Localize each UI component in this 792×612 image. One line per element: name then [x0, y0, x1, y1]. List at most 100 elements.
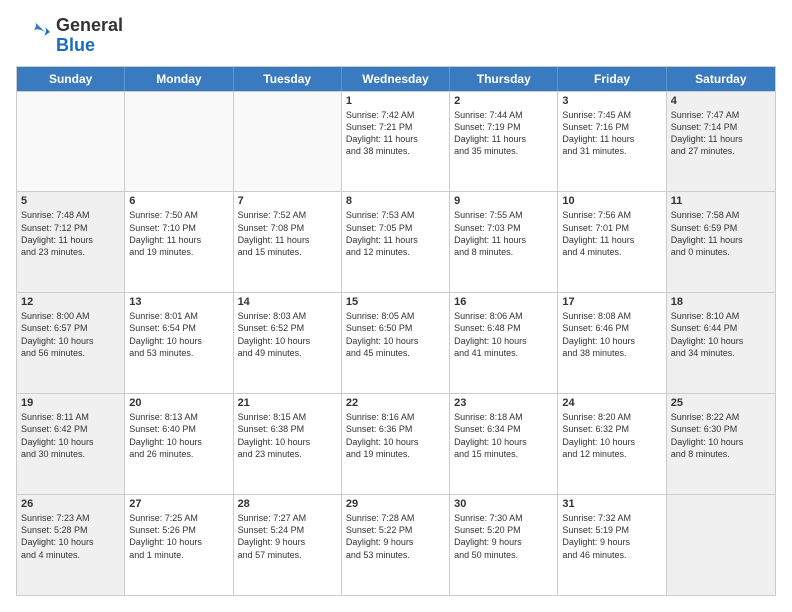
- day-number: 17: [562, 296, 661, 308]
- calendar-day-10: 10Sunrise: 7:56 AM Sunset: 7:01 PM Dayli…: [558, 192, 666, 292]
- calendar-day-8: 8 Sunrise: 7:53 AM Sunset: 7:05 PM Daylig…: [342, 192, 450, 292]
- day-number: 1: [346, 95, 445, 107]
- day-number: 7: [238, 195, 337, 207]
- day-info: Sunrise: 7:23 AM Sunset: 5:28 PM Dayligh…: [21, 512, 120, 561]
- day-info: Sunrise: 8:18 AM Sunset: 6:34 PM Dayligh…: [454, 411, 553, 460]
- day-info: Sunrise: 7:47 AM Sunset: 7:14 PM Dayligh…: [671, 109, 771, 158]
- calendar-day-9: 9 Sunrise: 7:55 AM Sunset: 7:03 PM Daylig…: [450, 192, 558, 292]
- calendar-week-4: 19 Sunrise: 8:11 AM Sunset: 6:42 PM Dayli…: [17, 393, 775, 494]
- calendar-week-3: 12Sunrise: 8:00 AM Sunset: 6:57 PM Dayli…: [17, 292, 775, 393]
- calendar-empty-cell: [667, 495, 775, 595]
- day-info: Sunrise: 7:48 AM Sunset: 7:12 PM Dayligh…: [21, 209, 120, 258]
- day-info: Sunrise: 7:32 AM Sunset: 5:19 PM Dayligh…: [562, 512, 661, 561]
- calendar-empty-cell: [17, 92, 125, 192]
- calendar-header: SundayMondayTuesdayWednesdayThursdayFrid…: [17, 67, 775, 91]
- day-number: 18: [671, 296, 771, 308]
- day-info: Sunrise: 8:06 AM Sunset: 6:48 PM Dayligh…: [454, 310, 553, 359]
- day-number: 13: [129, 296, 228, 308]
- day-info: Sunrise: 7:25 AM Sunset: 5:26 PM Dayligh…: [129, 512, 228, 561]
- day-info: Sunrise: 7:30 AM Sunset: 5:20 PM Dayligh…: [454, 512, 553, 561]
- calendar-day-22: 22 Sunrise: 8:16 AM Sunset: 6:36 PM Dayli…: [342, 394, 450, 494]
- calendar-day-13: 13 Sunrise: 8:01 AM Sunset: 6:54 PM Dayli…: [125, 293, 233, 393]
- day-info: Sunrise: 7:52 AM Sunset: 7:08 PM Dayligh…: [238, 209, 337, 258]
- day-number: 26: [21, 498, 120, 510]
- day-info: Sunrise: 7:50 AM Sunset: 7:10 PM Dayligh…: [129, 209, 228, 258]
- calendar-day-17: 17 Sunrise: 8:08 AM Sunset: 6:46 PM Dayli…: [558, 293, 666, 393]
- calendar-day-14: 14Sunrise: 8:03 AM Sunset: 6:52 PM Dayli…: [234, 293, 342, 393]
- day-number: 24: [562, 397, 661, 409]
- day-info: Sunrise: 8:22 AM Sunset: 6:30 PM Dayligh…: [671, 411, 771, 460]
- day-info: Sunrise: 8:11 AM Sunset: 6:42 PM Dayligh…: [21, 411, 120, 460]
- calendar-day-11: 11Sunrise: 7:58 AM Sunset: 6:59 PM Dayli…: [667, 192, 775, 292]
- calendar-day-2: 2Sunrise: 7:44 AM Sunset: 7:19 PM Daylig…: [450, 92, 558, 192]
- day-number: 31: [562, 498, 661, 510]
- calendar-empty-cell: [234, 92, 342, 192]
- calendar-week-5: 26 Sunrise: 7:23 AM Sunset: 5:28 PM Dayli…: [17, 494, 775, 595]
- calendar-day-20: 20Sunrise: 8:13 AM Sunset: 6:40 PM Dayli…: [125, 394, 233, 494]
- calendar-day-6: 6Sunrise: 7:50 AM Sunset: 7:10 PM Daylig…: [125, 192, 233, 292]
- calendar-day-1: 1 Sunrise: 7:42 AM Sunset: 7:21 PM Daylig…: [342, 92, 450, 192]
- header-day-tuesday: Tuesday: [234, 67, 342, 91]
- calendar-day-30: 30 Sunrise: 7:30 AM Sunset: 5:20 PM Dayli…: [450, 495, 558, 595]
- calendar-day-26: 26 Sunrise: 7:23 AM Sunset: 5:28 PM Dayli…: [17, 495, 125, 595]
- logo-text: General Blue: [56, 16, 123, 56]
- day-info: Sunrise: 7:45 AM Sunset: 7:16 PM Dayligh…: [562, 109, 661, 158]
- day-info: Sunrise: 8:08 AM Sunset: 6:46 PM Dayligh…: [562, 310, 661, 359]
- day-info: Sunrise: 7:44 AM Sunset: 7:19 PM Dayligh…: [454, 109, 553, 158]
- logo-general-text: General: [56, 16, 123, 36]
- calendar-week-2: 5Sunrise: 7:48 AM Sunset: 7:12 PM Daylig…: [17, 191, 775, 292]
- calendar-day-29: 29Sunrise: 7:28 AM Sunset: 5:22 PM Dayli…: [342, 495, 450, 595]
- day-info: Sunrise: 8:05 AM Sunset: 6:50 PM Dayligh…: [346, 310, 445, 359]
- day-number: 19: [21, 397, 120, 409]
- header-day-saturday: Saturday: [667, 67, 775, 91]
- header-day-friday: Friday: [558, 67, 666, 91]
- calendar-day-27: 27 Sunrise: 7:25 AM Sunset: 5:26 PM Dayli…: [125, 495, 233, 595]
- calendar-day-25: 25 Sunrise: 8:22 AM Sunset: 6:30 PM Dayli…: [667, 394, 775, 494]
- day-info: Sunrise: 7:42 AM Sunset: 7:21 PM Dayligh…: [346, 109, 445, 158]
- day-info: Sunrise: 8:13 AM Sunset: 6:40 PM Dayligh…: [129, 411, 228, 460]
- calendar-week-1: 1 Sunrise: 7:42 AM Sunset: 7:21 PM Daylig…: [17, 91, 775, 192]
- logo: General Blue: [16, 16, 123, 56]
- calendar-day-3: 3 Sunrise: 7:45 AM Sunset: 7:16 PM Daylig…: [558, 92, 666, 192]
- day-info: Sunrise: 7:53 AM Sunset: 7:05 PM Dayligh…: [346, 209, 445, 258]
- calendar-day-28: 28 Sunrise: 7:27 AM Sunset: 5:24 PM Dayli…: [234, 495, 342, 595]
- header-day-thursday: Thursday: [450, 67, 558, 91]
- day-number: 14: [238, 296, 337, 308]
- calendar-day-31: 31 Sunrise: 7:32 AM Sunset: 5:19 PM Dayli…: [558, 495, 666, 595]
- header-day-monday: Monday: [125, 67, 233, 91]
- calendar-day-24: 24 Sunrise: 8:20 AM Sunset: 6:32 PM Dayli…: [558, 394, 666, 494]
- page: General Blue SundayMondayTuesdayWednesda…: [0, 0, 792, 612]
- day-info: Sunrise: 8:16 AM Sunset: 6:36 PM Dayligh…: [346, 411, 445, 460]
- calendar-empty-cell: [125, 92, 233, 192]
- calendar-day-7: 7 Sunrise: 7:52 AM Sunset: 7:08 PM Daylig…: [234, 192, 342, 292]
- day-number: 10: [562, 195, 661, 207]
- logo-blue-text: Blue: [56, 36, 123, 56]
- day-info: Sunrise: 7:27 AM Sunset: 5:24 PM Dayligh…: [238, 512, 337, 561]
- day-number: 11: [671, 195, 771, 207]
- day-number: 8: [346, 195, 445, 207]
- calendar: SundayMondayTuesdayWednesdayThursdayFrid…: [16, 66, 776, 596]
- day-number: 28: [238, 498, 337, 510]
- day-number: 15: [346, 296, 445, 308]
- day-number: 3: [562, 95, 661, 107]
- header-day-wednesday: Wednesday: [342, 67, 450, 91]
- calendar-day-16: 16 Sunrise: 8:06 AM Sunset: 6:48 PM Dayli…: [450, 293, 558, 393]
- calendar-day-18: 18Sunrise: 8:10 AM Sunset: 6:44 PM Dayli…: [667, 293, 775, 393]
- day-number: 9: [454, 195, 553, 207]
- day-number: 22: [346, 397, 445, 409]
- day-number: 27: [129, 498, 228, 510]
- calendar-day-19: 19 Sunrise: 8:11 AM Sunset: 6:42 PM Dayli…: [17, 394, 125, 494]
- day-number: 21: [238, 397, 337, 409]
- day-number: 12: [21, 296, 120, 308]
- day-info: Sunrise: 7:55 AM Sunset: 7:03 PM Dayligh…: [454, 209, 553, 258]
- calendar-body: 1 Sunrise: 7:42 AM Sunset: 7:21 PM Daylig…: [17, 91, 775, 595]
- day-info: Sunrise: 8:01 AM Sunset: 6:54 PM Dayligh…: [129, 310, 228, 359]
- header: General Blue: [16, 16, 776, 56]
- day-number: 23: [454, 397, 553, 409]
- calendar-day-23: 23 Sunrise: 8:18 AM Sunset: 6:34 PM Dayli…: [450, 394, 558, 494]
- day-info: Sunrise: 8:20 AM Sunset: 6:32 PM Dayligh…: [562, 411, 661, 460]
- day-number: 25: [671, 397, 771, 409]
- day-number: 30: [454, 498, 553, 510]
- calendar-day-15: 15 Sunrise: 8:05 AM Sunset: 6:50 PM Dayli…: [342, 293, 450, 393]
- day-number: 16: [454, 296, 553, 308]
